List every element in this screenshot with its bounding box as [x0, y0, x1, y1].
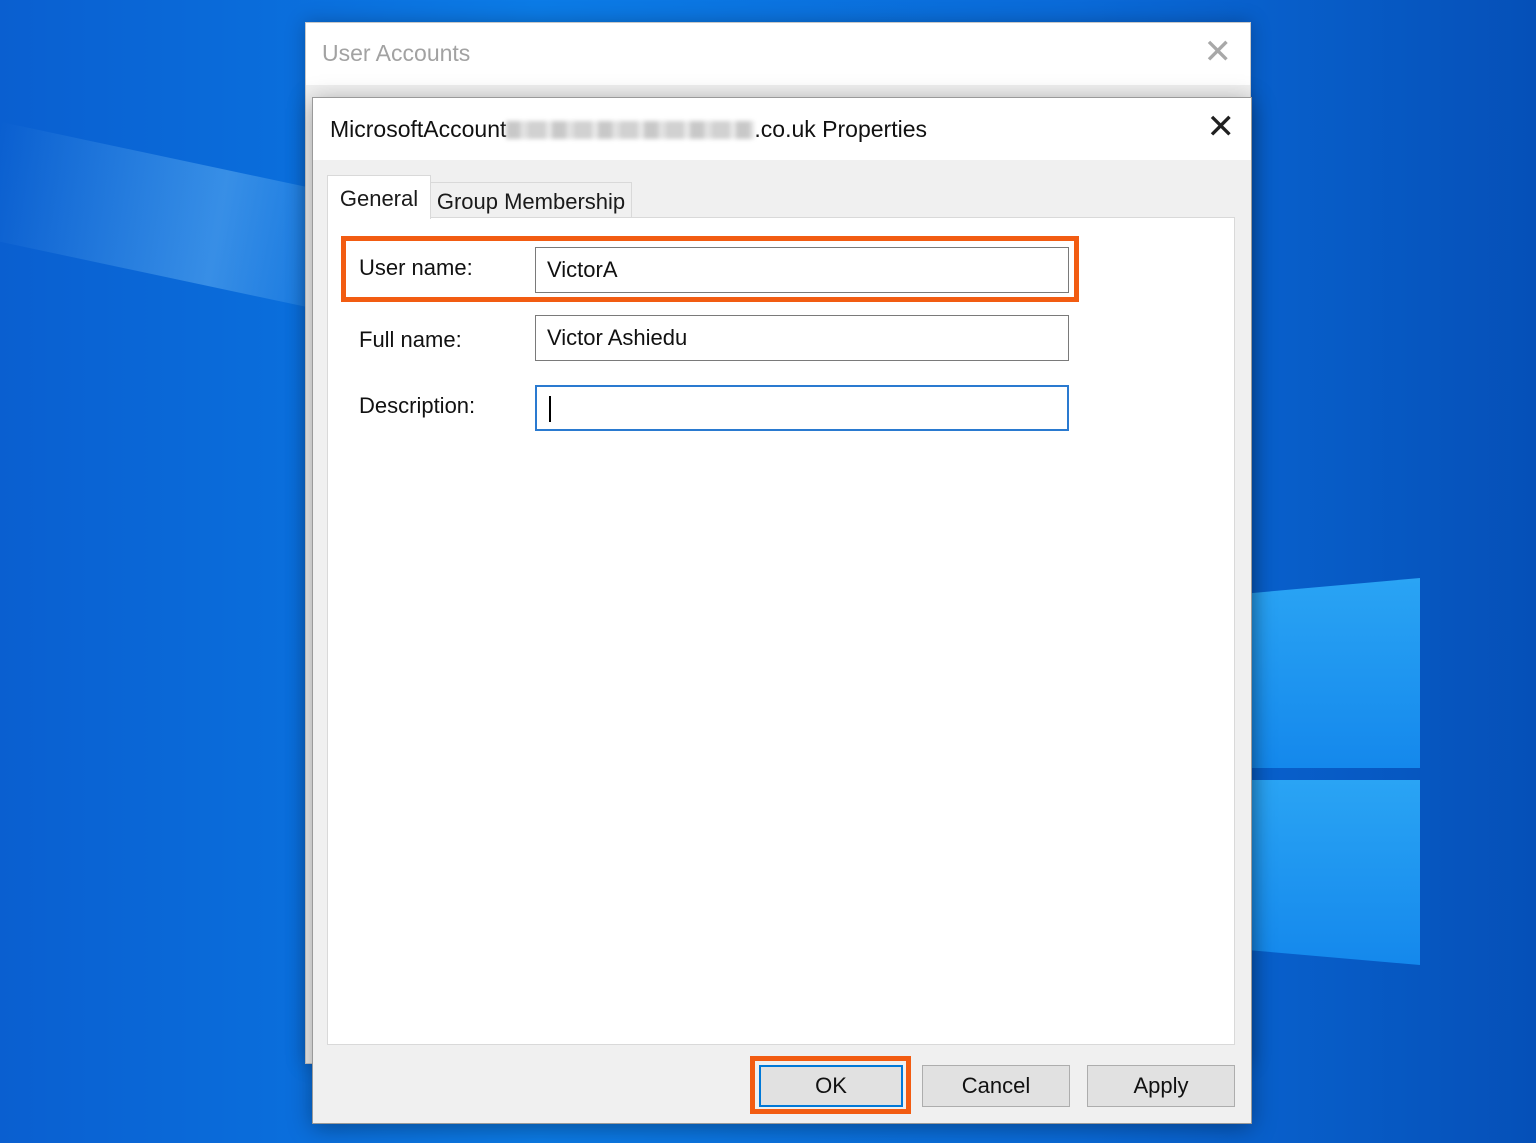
- windows-logo-pane-bottom: [1250, 780, 1420, 965]
- properties-titlebar: MicrosoftAccount .co.uk Properties ✕: [313, 98, 1251, 160]
- title-suffix: .co.uk Properties: [754, 116, 927, 142]
- description-label: Description:: [359, 393, 476, 418]
- full-name-input[interactable]: [535, 315, 1069, 361]
- tab-group-membership[interactable]: Group Membership: [430, 182, 632, 218]
- close-icon[interactable]: ✕: [1207, 110, 1236, 144]
- user-name-input[interactable]: [535, 247, 1069, 293]
- general-tab-panel: User name: Full name: Description:: [327, 217, 1235, 1045]
- tab-general[interactable]: General: [327, 175, 431, 219]
- full-name-label: Full name:: [359, 327, 462, 352]
- user-name-label: User name:: [359, 255, 473, 280]
- user-accounts-titlebar: User Accounts ✕: [306, 23, 1250, 85]
- cancel-button[interactable]: Cancel: [922, 1065, 1070, 1107]
- user-accounts-title: User Accounts: [322, 40, 471, 66]
- properties-title: MicrosoftAccount .co.uk Properties: [330, 116, 927, 143]
- properties-dialog: MicrosoftAccount .co.uk Properties ✕ Gene…: [312, 97, 1252, 1124]
- description-input[interactable]: [535, 385, 1069, 431]
- redacted-email: [506, 121, 755, 139]
- text-caret: [549, 396, 551, 422]
- title-prefix: MicrosoftAccount: [330, 116, 507, 142]
- ok-button[interactable]: OK: [759, 1065, 903, 1107]
- windows-logo-pane-top: [1250, 578, 1420, 768]
- apply-button[interactable]: Apply: [1087, 1065, 1235, 1107]
- close-icon[interactable]: ✕: [1204, 35, 1233, 69]
